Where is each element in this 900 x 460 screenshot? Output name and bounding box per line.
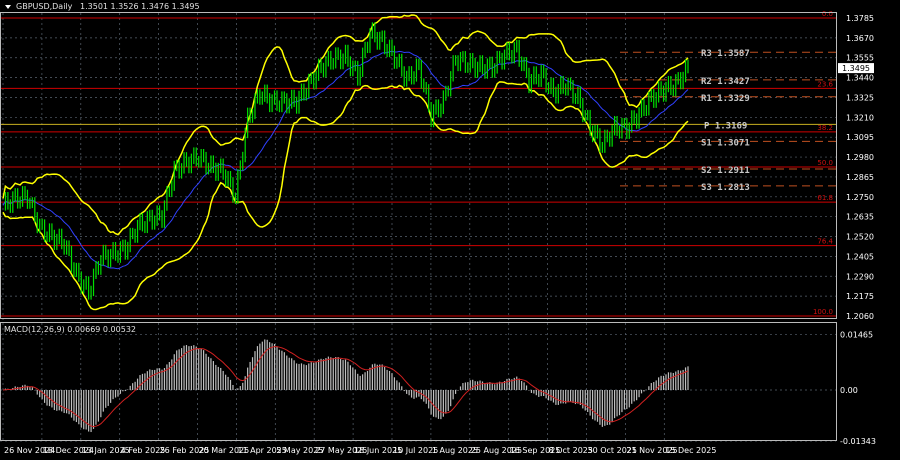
fib-level-label: 0.0 — [822, 10, 833, 18]
fib-level-label: 61.8 — [817, 194, 833, 202]
chart-symbol-label: GBPUSD,Daily — [16, 2, 73, 11]
trading-chart[interactable]: 0.0 23.6 38.2 50.0 61.8 76.4 100.0 R3 1.3587 R2… — [0, 0, 900, 460]
pivot-label: S3 1.2813 — [701, 183, 750, 193]
price-tick-label: 1.3670 — [846, 34, 874, 43]
date-tick-label: 15 Dec 2025 — [665, 446, 716, 455]
pivot-label: R3 1.3587 — [701, 49, 750, 59]
moving-average-line — [2, 50, 689, 270]
price-tick-label: 1.2980 — [846, 153, 874, 162]
price-tick-label: 1.2290 — [846, 272, 874, 281]
price-bars — [4, 22, 689, 300]
price-tick-label: 1.3440 — [846, 74, 874, 83]
date-tick-label: 8 Oct 2025 — [549, 446, 593, 455]
macd-tick-label: 0.00 — [840, 386, 858, 395]
collapse-arrow-icon[interactable] — [5, 5, 11, 9]
pivot-levels: R3 1.3587 R2 1.3427 R1 1.3329 P 1.3169 S1 1.… — [0, 49, 836, 193]
macd-panel — [2, 339, 689, 433]
fib-level-label: 50.0 — [817, 159, 833, 167]
macd-tick-label: 0.01465 — [840, 330, 873, 339]
price-tick-label: 1.2405 — [846, 252, 874, 261]
pivot-label: S1 1.3071 — [701, 138, 750, 148]
price-tick-label: 1.3325 — [846, 93, 874, 102]
macd-panel-frame — [0, 322, 837, 441]
fib-level-label: 23.6 — [817, 80, 833, 88]
price-tick-label: 1.3555 — [846, 54, 874, 63]
current-price-label: 1.3495 — [842, 64, 870, 73]
price-tick-label: 1.3095 — [846, 133, 874, 142]
price-tick-label: 1.2520 — [846, 233, 874, 242]
price-tick-label: 1.3785 — [846, 14, 874, 23]
macd-label: MACD(12,26,9) 0.00669 0.00532 — [4, 325, 136, 334]
price-tick-label: 1.3210 — [846, 113, 874, 122]
price-tick-label: 1.2865 — [846, 173, 874, 182]
fib-level-label: 38.2 — [817, 124, 833, 132]
pivot-label: R2 1.3427 — [701, 77, 750, 87]
fib-level-label: 76.4 — [817, 238, 833, 246]
price-tick-label: 1.2175 — [846, 292, 874, 301]
price-tick-label: 1.2060 — [846, 312, 874, 321]
price-tick-label: 1.2750 — [846, 193, 874, 202]
price-tick-label: 1.2635 — [846, 213, 874, 222]
fib-level-label: 100.0 — [813, 308, 833, 316]
chart-canvas[interactable]: 0.0 23.6 38.2 50.0 61.8 76.4 100.0 R3 1.3587 R2… — [0, 0, 900, 460]
pivot-label: P 1.3169 — [704, 121, 747, 131]
pivot-label: S2 1.2911 — [701, 166, 750, 176]
ohlc-readout: 1.3501 1.3526 1.3476 1.3495 — [80, 2, 200, 11]
macd-tick-label: -0.01343 — [840, 437, 876, 446]
pivot-label: R1 1.3329 — [701, 94, 750, 104]
